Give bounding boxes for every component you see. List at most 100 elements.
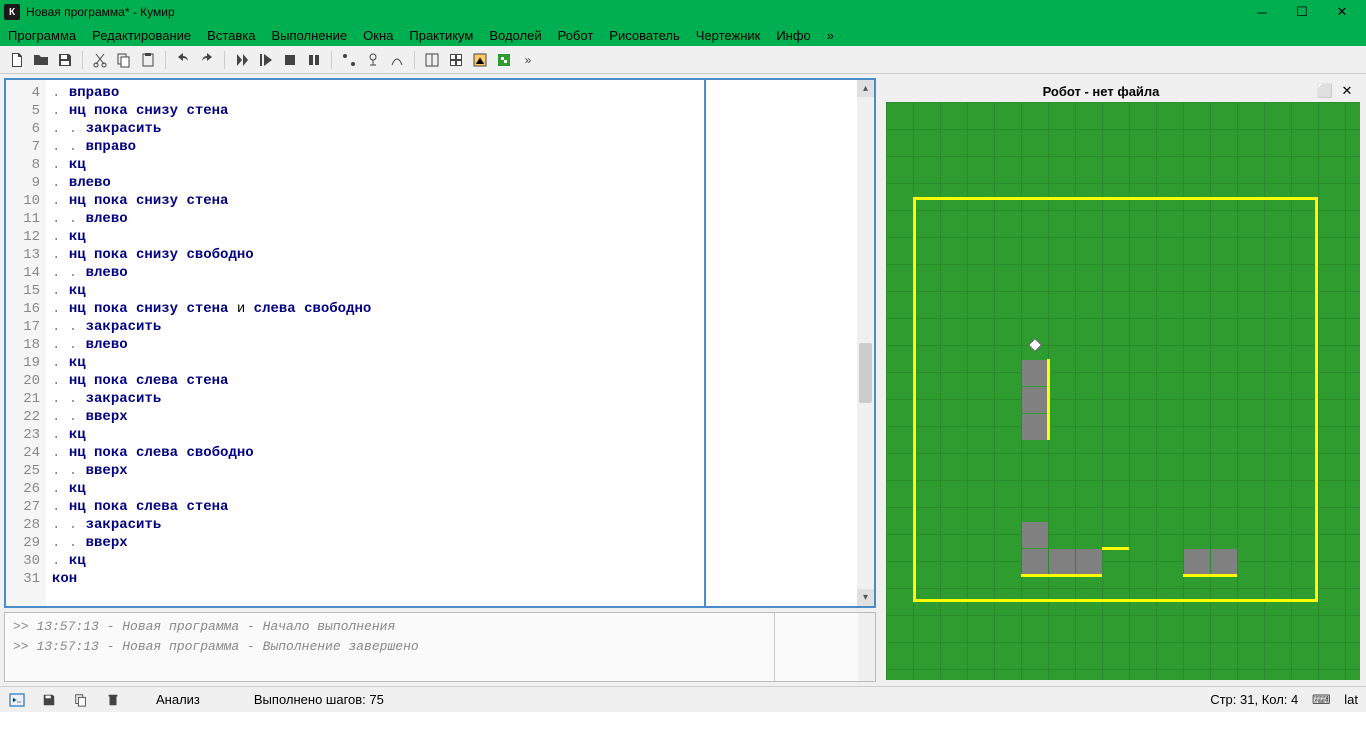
robot-maximize-icon[interactable]: ⬜ <box>1316 82 1334 100</box>
editor-scrollbar[interactable]: ▴ ▾ <box>857 80 874 606</box>
menu-вставка[interactable]: Вставка <box>207 28 255 43</box>
code-line[interactable]: . . вправо <box>52 138 851 156</box>
code-line[interactable]: . . вверх <box>52 534 851 552</box>
filled-cell <box>1211 549 1237 575</box>
code-line[interactable]: . . влево <box>52 264 851 282</box>
stop-icon[interactable] <box>279 49 301 71</box>
code-line[interactable]: . . закрасить <box>52 516 851 534</box>
robot-field[interactable] <box>886 102 1360 680</box>
code-line[interactable]: . . закрасить <box>52 120 851 138</box>
code-line[interactable]: . . влево <box>52 336 851 354</box>
editor-splitter[interactable] <box>704 80 706 606</box>
filled-cell <box>1076 549 1102 575</box>
code-line[interactable]: . нц пока снизу стена <box>52 192 851 210</box>
panel1-icon[interactable] <box>421 49 443 71</box>
cut-icon[interactable] <box>89 49 111 71</box>
code-editor[interactable]: 4567891011121314151617181920212223242526… <box>4 78 876 608</box>
code-line[interactable]: . нц пока слева стена <box>52 498 851 516</box>
scroll-down-icon[interactable]: ▾ <box>857 589 874 606</box>
status-cursor: Стр: 31, Кол: 4 <box>1210 692 1298 707</box>
menu-практикум[interactable]: Практикум <box>409 28 473 43</box>
code-line[interactable]: . кц <box>52 354 851 372</box>
close-button[interactable]: ✕ <box>1322 0 1362 24</box>
open-file-icon[interactable] <box>30 49 52 71</box>
menu-рисователь[interactable]: Рисователь <box>609 28 679 43</box>
filled-cell <box>1022 549 1048 575</box>
code-line[interactable]: . кц <box>52 552 851 570</box>
window-title: Новая программа* - Кумир <box>26 5 1242 19</box>
filled-cell <box>1022 414 1048 440</box>
scroll-up-icon[interactable]: ▴ <box>857 80 874 97</box>
menu-окна[interactable]: Окна <box>363 28 393 43</box>
run-icon[interactable] <box>231 49 253 71</box>
menu-инфо[interactable]: Инфо <box>776 28 810 43</box>
new-file-icon[interactable] <box>6 49 28 71</box>
filled-cell <box>1049 549 1075 575</box>
app-icon: К <box>4 4 20 20</box>
menu-робот[interactable]: Робот <box>558 28 594 43</box>
redo-icon[interactable] <box>196 49 218 71</box>
status-delete-icon[interactable] <box>104 691 122 709</box>
output-console: >> 13:57:13 - Новая программа - Начало в… <box>4 612 876 682</box>
wall <box>1102 547 1129 550</box>
toolbar: » <box>0 46 1366 74</box>
status-console-icon[interactable] <box>8 691 26 709</box>
menu-редактирование[interactable]: Редактирование <box>92 28 191 43</box>
save-file-icon[interactable] <box>54 49 76 71</box>
pause-icon[interactable] <box>303 49 325 71</box>
status-keyboard-icon[interactable]: ⌨ <box>1312 691 1330 709</box>
code-line[interactable]: . нц пока снизу свободно <box>52 246 851 264</box>
code-line[interactable]: . . влево <box>52 210 851 228</box>
code-line[interactable]: . . вверх <box>52 462 851 480</box>
status-analysis: Анализ <box>156 692 200 707</box>
menu-чертежник[interactable]: Чертежник <box>696 28 761 43</box>
robot-panel-header: Робот - нет файла ⬜ ✕ <box>886 80 1360 102</box>
code-line[interactable]: . . вверх <box>52 408 851 426</box>
menu-водолей[interactable]: Водолей <box>489 28 541 43</box>
menu-»[interactable]: » <box>827 28 834 43</box>
status-save-icon[interactable] <box>40 691 58 709</box>
maximize-button[interactable]: ☐ <box>1282 0 1322 24</box>
panel2-icon[interactable] <box>445 49 467 71</box>
console-line: >> 13:57:13 - Новая программа - Начало в… <box>13 617 867 637</box>
titlebar: К Новая программа* - Кумир ─ ☐ ✕ <box>0 0 1366 24</box>
step-icon[interactable] <box>255 49 277 71</box>
undo-icon[interactable] <box>172 49 194 71</box>
toolbar-more[interactable]: » <box>517 49 539 71</box>
code-line[interactable]: . нц пока снизу стена и слева свободно <box>52 300 851 318</box>
paste-icon[interactable] <box>137 49 159 71</box>
filled-cell <box>1022 360 1048 386</box>
robot-close-icon[interactable]: ✕ <box>1338 82 1356 100</box>
panel3-icon[interactable] <box>469 49 491 71</box>
tool3-icon[interactable] <box>386 49 408 71</box>
code-line[interactable]: . вправо <box>52 84 851 102</box>
minimize-button[interactable]: ─ <box>1242 0 1282 24</box>
code-line[interactable]: . кц <box>52 480 851 498</box>
wall <box>1183 574 1237 577</box>
console-scrollbar[interactable] <box>858 613 875 681</box>
code-line[interactable]: . нц пока снизу стена <box>52 102 851 120</box>
scroll-thumb[interactable] <box>859 343 872 403</box>
code-line[interactable]: кон <box>52 570 851 588</box>
code-line[interactable]: . кц <box>52 156 851 174</box>
code-line[interactable]: . . закрасить <box>52 390 851 408</box>
code-line[interactable]: . нц пока слева свободно <box>52 444 851 462</box>
code-line[interactable]: . кц <box>52 228 851 246</box>
tool2-icon[interactable] <box>362 49 384 71</box>
code-line[interactable]: . . закрасить <box>52 318 851 336</box>
menubar: Программа Редактирование Вставка Выполнение… <box>0 24 1366 46</box>
menu-программа[interactable]: Программа <box>8 28 76 43</box>
code-area[interactable]: . вправо. нц пока снизу стена. . закраси… <box>46 80 857 606</box>
status-copy-icon[interactable] <box>72 691 90 709</box>
copy-icon[interactable] <box>113 49 135 71</box>
panel4-icon[interactable] <box>493 49 515 71</box>
status-steps: Выполнено шагов: 75 <box>254 692 384 707</box>
robot-panel-title: Робот - нет файла <box>890 84 1312 99</box>
status-lang[interactable]: lat <box>1344 692 1358 707</box>
code-line[interactable]: . нц пока слева стена <box>52 372 851 390</box>
code-line[interactable]: . кц <box>52 282 851 300</box>
menu-выполнение[interactable]: Выполнение <box>271 28 347 43</box>
code-line[interactable]: . кц <box>52 426 851 444</box>
tool1-icon[interactable] <box>338 49 360 71</box>
code-line[interactable]: . влево <box>52 174 851 192</box>
